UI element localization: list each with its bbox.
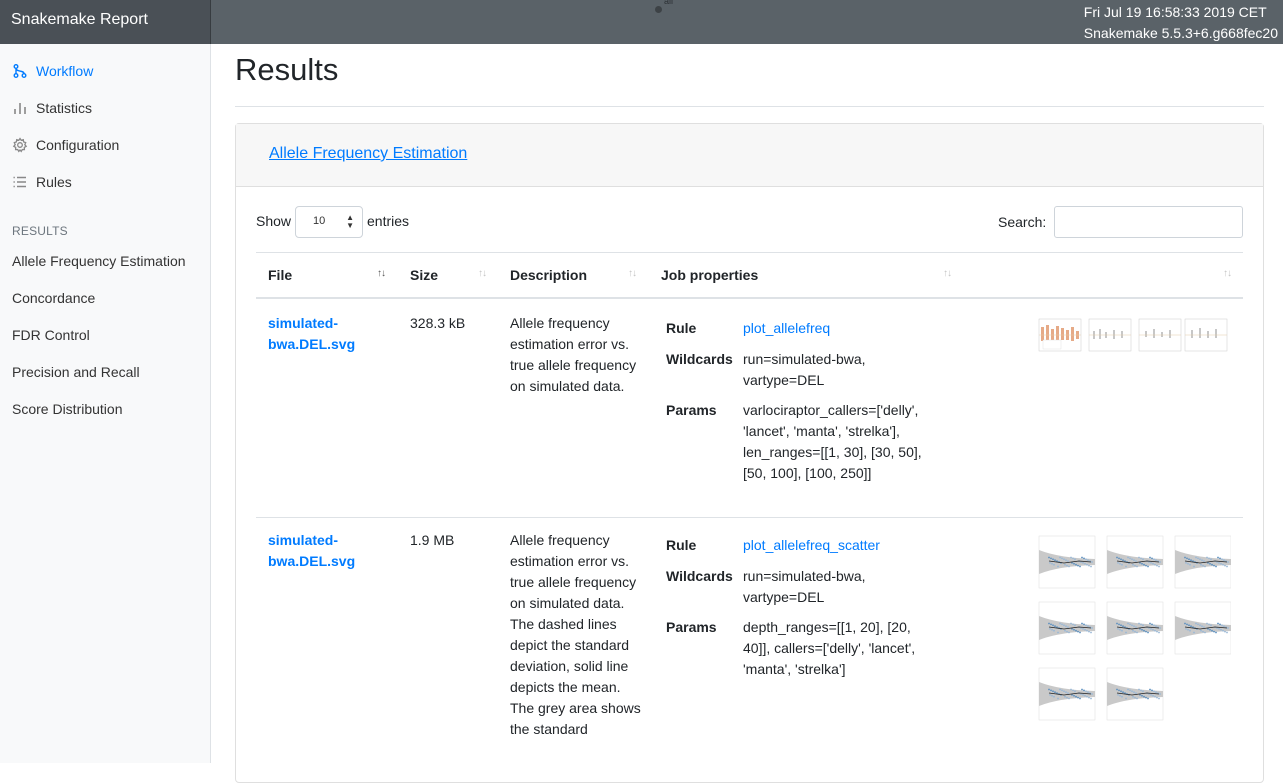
table-header-bottom-border: [256, 297, 1243, 299]
bar-chart-icon: [12, 100, 28, 116]
sidebar: Workflow Statistics Configuration Rules …: [0, 44, 211, 763]
sidebar-item-label: Workflow: [36, 63, 94, 79]
report-timestamp: Fri Jul 19 16:58:33 2019 CET: [1083, 4, 1267, 20]
rule-link[interactable]: plot_allelefreq: [743, 320, 830, 336]
entries-per-page-select[interactable]: 10 ▲ ▼: [295, 206, 363, 238]
title-divider: [235, 106, 1264, 107]
file-description: Allele frequency estimation error vs. tr…: [510, 315, 637, 394]
rule-key: Rule: [666, 320, 697, 336]
sort-icon[interactable]: ↑↓: [943, 268, 952, 279]
search-label: Search:: [998, 214, 1047, 230]
select-arrows-icon: ▲ ▼: [346, 213, 354, 230]
sidebar-item-label: Statistics: [36, 100, 93, 116]
row-divider: [256, 517, 1243, 518]
snakemake-version: Snakemake 5.5.3+6.g668fec20: [1083, 25, 1278, 41]
card-header: Allele Frequency Estimation: [236, 124, 1263, 187]
file-size: 1.9 MB: [410, 532, 455, 548]
sidebar-result-precision-and-recall[interactable]: Precision and Recall: [12, 364, 140, 380]
file-link[interactable]: simulated-bwa.DEL.svg: [268, 530, 378, 572]
sidebar-item-rules[interactable]: Rules: [12, 171, 72, 193]
file-description: Allele frequency estimation error vs. tr…: [510, 532, 641, 737]
sidebar-result-concordance[interactable]: Concordance: [12, 290, 95, 306]
top-bar: Snakemake Report all Fri Jul 19 16:58:33…: [0, 0, 1283, 44]
gear-icon: [12, 137, 28, 153]
node-label: all: [664, 0, 674, 6]
column-header-description[interactable]: Description: [510, 267, 587, 283]
sidebar-item-workflow[interactable]: Workflow: [12, 60, 93, 82]
entries-label: entries: [367, 213, 410, 229]
list-icon: [12, 174, 28, 190]
wildcards-key: Wildcards: [666, 568, 733, 584]
table-header-top-border: [256, 252, 1243, 253]
entries-value: 10: [313, 215, 326, 227]
column-header-size[interactable]: Size: [410, 267, 438, 283]
wildcards-value: run=simulated-bwa, vartype=DEL: [743, 351, 866, 388]
plot-thumbnail[interactable]: [1033, 530, 1232, 730]
column-header-job-properties[interactable]: Job properties: [661, 267, 758, 283]
sort-icon[interactable]: ↑↓: [1223, 268, 1232, 279]
rule-key: Rule: [666, 537, 697, 553]
file-link[interactable]: simulated-bwa.DEL.svg: [268, 313, 378, 355]
rule-link[interactable]: plot_allelefreq_scatter: [743, 537, 880, 553]
node-dot-icon: [655, 6, 662, 13]
sidebar-result-allele-frequency-estimation[interactable]: Allele Frequency Estimation: [12, 253, 186, 269]
sort-icon[interactable]: ↑↓: [478, 268, 487, 279]
sidebar-item-label: Configuration: [36, 137, 120, 153]
app-title[interactable]: Snakemake Report: [0, 0, 211, 44]
wildcards-value: run=simulated-bwa, vartype=DEL: [743, 568, 866, 605]
page-title: Results: [235, 52, 339, 87]
sidebar-result-score-distribution[interactable]: Score Distribution: [12, 401, 123, 417]
sidebar-item-statistics[interactable]: Statistics: [12, 97, 92, 119]
report-meta: Fri Jul 19 16:58:33 2019 CET Snakemake 5…: [1084, 2, 1278, 44]
sidebar-item-label: Rules: [36, 174, 72, 190]
file-size: 328.3 kB: [410, 315, 466, 331]
category-link[interactable]: Allele Frequency Estimation: [269, 145, 467, 162]
params-key: Params: [666, 402, 717, 418]
params-value: depth_ranges=[[1, 20], [20, 40]], caller…: [743, 619, 916, 677]
search-input[interactable]: [1054, 206, 1243, 238]
params-value: varlociraptor_callers=['delly', 'lancet'…: [743, 402, 922, 481]
show-label: Show: [256, 213, 292, 229]
wildcards-key: Wildcards: [666, 351, 733, 367]
sort-icon[interactable]: ↑↓: [628, 268, 637, 279]
plot-thumbnail[interactable]: [1033, 313, 1229, 361]
column-header-file[interactable]: File: [268, 267, 292, 283]
params-key: Params: [666, 619, 717, 635]
workflow-icon: [12, 63, 28, 79]
sidebar-result-fdr-control[interactable]: FDR Control: [12, 327, 90, 343]
sort-ascending-icon[interactable]: ↑↓: [377, 268, 386, 279]
sidebar-item-configuration[interactable]: Configuration: [12, 134, 119, 156]
workflow-node-indicator: all: [652, 0, 674, 14]
results-heading: RESULTS: [12, 224, 68, 238]
